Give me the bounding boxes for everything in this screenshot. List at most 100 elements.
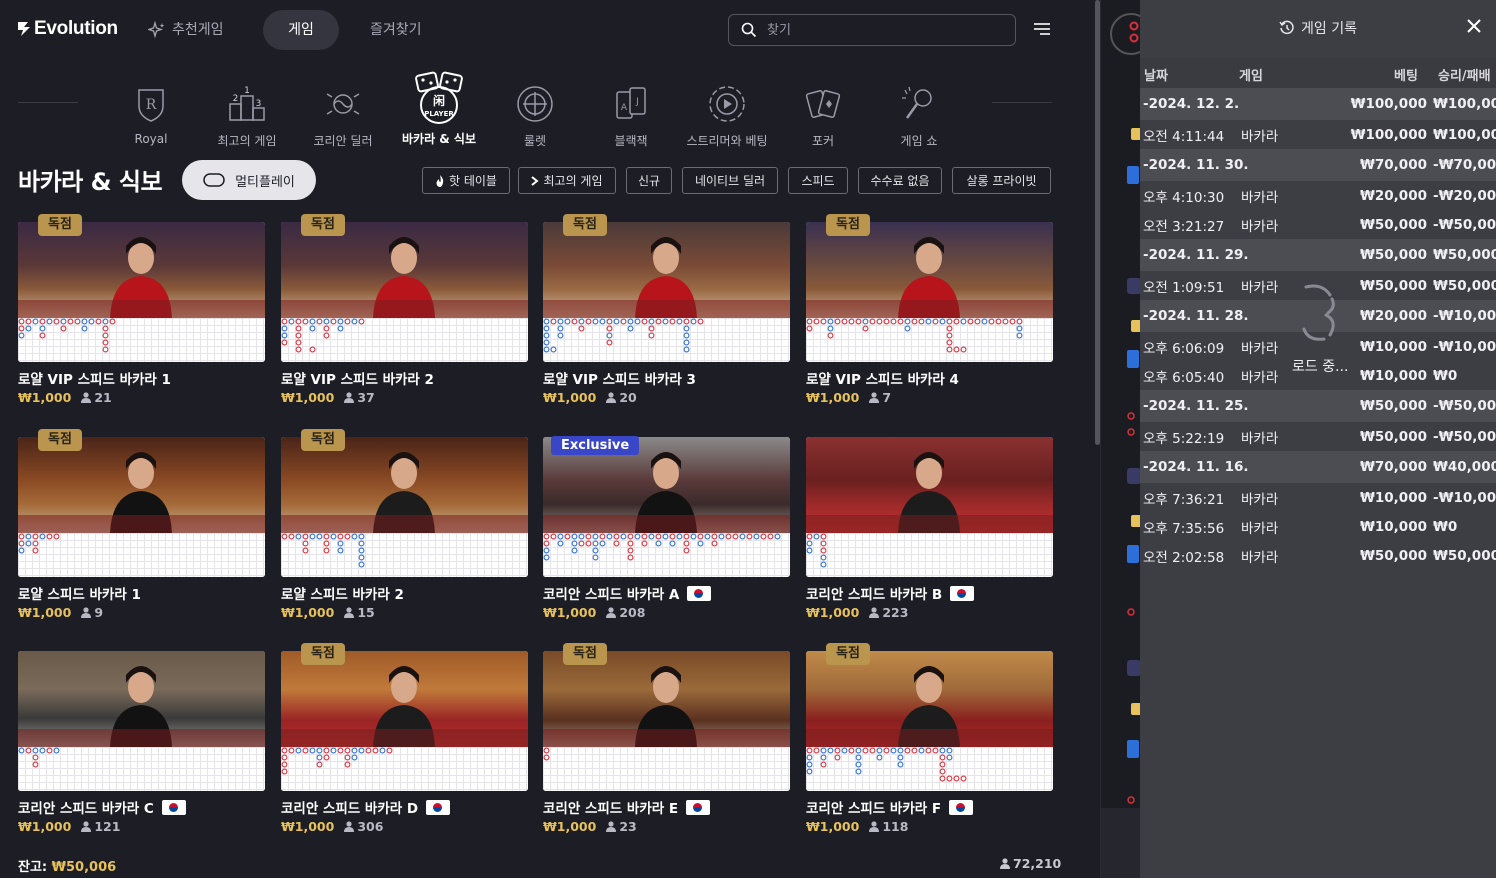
menu-icon[interactable]	[1034, 22, 1050, 36]
roadmap-dot	[820, 761, 827, 768]
roadmap-dot	[946, 747, 953, 754]
roadmap-dot	[953, 318, 960, 325]
tab-recommended[interactable]: 추천게임	[130, 10, 242, 50]
game-card[interactable]: 코리안 스피드 바카라 C ₩1,000 121	[18, 651, 265, 841]
roadmap-dot	[806, 325, 813, 332]
roadmap-dot	[323, 318, 330, 325]
roadmap-dot	[897, 754, 904, 761]
category-roulette[interactable]: 룰렛	[490, 70, 580, 150]
history-column-header: 날짜 게임 베팅 승리/패배	[1140, 58, 1496, 88]
game-card[interactable]: 독점 코리안 스피드 바카라 E ₩1,000 23	[543, 643, 790, 841]
game-card[interactable]: 독점 로얄 VIP 스피드 바카라 3 ₩1,000 20	[543, 214, 790, 412]
roadmap-dot	[60, 318, 67, 325]
roadmap-dot	[1009, 318, 1016, 325]
logo-mark-icon	[18, 22, 30, 36]
game-card[interactable]: 독점 로얄 VIP 스피드 바카라 4 ₩1,000 7	[806, 214, 1053, 412]
close-icon[interactable]	[1466, 18, 1482, 34]
roadmap-dots	[281, 747, 393, 775]
history-date-row: -2024. 11. 25. ₩50,000 -₩50,000	[1140, 390, 1496, 422]
roadmap-dot	[323, 754, 330, 761]
game-thumbnail[interactable]	[543, 651, 790, 791]
category-baccarat-sicbo[interactable]: 闲 PLAYER 바카라 & 식보	[394, 70, 484, 150]
korea-flag-icon	[161, 799, 186, 815]
history-game: 바카라	[1241, 218, 1279, 235]
filter-label: 핫 테이블	[449, 174, 497, 188]
game-card[interactable]: 독점 로얄 VIP 스피드 바카라 2 ₩1,000 37	[281, 214, 528, 412]
history-game-row[interactable]: 오후 5:22:19 바카라 ₩50,000 -₩50,000	[1140, 422, 1496, 451]
roadmap-dot	[25, 540, 32, 547]
roadmap-dot	[641, 540, 648, 547]
roadmap-dot	[281, 325, 288, 332]
category-poker[interactable]: 포커	[778, 70, 868, 150]
category-streamer-betting[interactable]: 스트리머와 베팅	[682, 70, 772, 150]
filter-hot-tables[interactable]: 핫 테이블	[422, 167, 510, 194]
evolution-logo[interactable]: Evolution	[18, 18, 118, 40]
game-card[interactable]: Exclusive 코리안 스피드 바카라 A ₩1,000 208	[543, 436, 790, 627]
filter-no-commission[interactable]: 수수료 없음	[858, 167, 942, 194]
category-top-games[interactable]: 12 3 최고의 게임	[202, 70, 292, 150]
game-card[interactable]: 독점 코리안 스피드 바카라 F ₩1,000 118	[806, 643, 1053, 841]
category-korean-dealer[interactable]: 코리안 딜러	[298, 70, 388, 150]
game-card[interactable]: 독점 코리안 스피드 바카라 D ₩1,000 306	[281, 643, 528, 841]
game-thumbnail[interactable]	[806, 437, 1053, 577]
game-card[interactable]: 독점 로얄 스피드 바카라 2 ₩1,000 15	[281, 429, 528, 627]
history-game-row[interactable]: 오후 7:36:21 바카라 ₩10,000 -₩10,000	[1140, 483, 1496, 512]
history-time: 오후 7:36:21	[1143, 491, 1225, 508]
lobby-main: Evolution 추천게임 게임 즐겨찾기 R Royal 123 최고의 게…	[0, 0, 1100, 878]
svg-text:2: 2	[233, 94, 239, 104]
roadmap-dot	[876, 754, 883, 761]
game-thumbnail[interactable]	[806, 651, 1053, 791]
category-label: 게임 쇼	[900, 134, 938, 148]
filter-speed[interactable]: 스피드	[788, 167, 848, 194]
roadmap-dot	[718, 533, 725, 540]
search-input[interactable]	[767, 22, 987, 38]
roadmap-dot	[351, 747, 358, 754]
roadmap-dot	[578, 533, 585, 540]
category-blackjack[interactable]: AJ 블랙잭	[586, 70, 676, 150]
game-card[interactable]: 코리안 스피드 바카라 B ₩1,000 223	[806, 437, 1053, 627]
history-game-row[interactable]: 오전 3:21:27 바카라 ₩50,000 -₩50,000	[1140, 210, 1496, 239]
filter-top-games[interactable]: 최고의 게임	[518, 167, 616, 194]
game-thumbnail[interactable]	[281, 651, 528, 791]
roadmap-dot	[918, 318, 925, 325]
filter-new[interactable]: 신규	[626, 167, 672, 194]
history-game-row[interactable]: 오전 2:02:58 바카라 ₩50,000 ₩50,000	[1140, 541, 1496, 570]
column-result: 승리/패배	[1438, 69, 1491, 84]
filter-bar: 핫 테이블 최고의 게임 신규 네이티브 딜러 스피드 수수료 없음 살롱 프라…	[0, 167, 1100, 194]
history-game-row[interactable]: 오전 4:11:44 바카라 ₩100,000 ₩100,000	[1140, 120, 1496, 149]
roadmap-dot	[855, 754, 862, 761]
roadmap-dot	[386, 747, 393, 754]
history-game-row[interactable]: 오후 4:10:30 바카라 ₩20,000 -₩20,000	[1140, 181, 1496, 210]
tab-favorites[interactable]: 즐겨찾기	[352, 10, 440, 50]
roadmap-dot	[925, 318, 932, 325]
category-royal[interactable]: R Royal	[106, 70, 196, 150]
roadmap-dot	[932, 318, 939, 325]
game-thumbnail[interactable]	[18, 651, 265, 791]
category-game-show[interactable]: 게임 쇼	[874, 70, 964, 150]
filter-native-dealer[interactable]: 네이티브 딜러	[682, 167, 778, 194]
game-thumbnail[interactable]	[806, 222, 1053, 362]
game-thumbnail[interactable]	[543, 222, 790, 362]
game-thumbnail[interactable]	[18, 222, 265, 362]
roadmap-dot	[281, 747, 288, 754]
roadmap-dot	[599, 540, 606, 547]
game-card[interactable]: 독점 로얄 스피드 바카라 1 ₩1,000 9	[18, 429, 265, 627]
history-game-row[interactable]: 오후 7:35:56 바카라 ₩10,000 ₩0	[1140, 512, 1496, 541]
game-card[interactable]: 독점 로얄 VIP 스피드 바카라 1 ₩1,000 21	[18, 214, 265, 412]
user-icon	[81, 607, 92, 618]
history-result: -₩20,000	[1433, 187, 1496, 204]
roadmap-dot	[960, 346, 967, 353]
game-title: 코리안 스피드 바카라 F	[806, 797, 974, 817]
filter-salon-prive[interactable]: 살롱 프라이빗	[952, 167, 1051, 194]
game-thumbnail[interactable]	[281, 437, 528, 577]
filter-label: 살롱 프라이빗	[966, 174, 1037, 188]
game-thumbnail[interactable]	[543, 437, 790, 577]
korea-flag-icon	[949, 799, 974, 815]
game-title: 로얄 VIP 스피드 바카라 3	[543, 368, 696, 388]
category-label: Royal	[134, 132, 168, 146]
game-thumbnail[interactable]	[18, 437, 265, 577]
search-box[interactable]	[728, 14, 1016, 46]
game-thumbnail[interactable]	[281, 222, 528, 362]
history-time: 오전 4:11:44	[1143, 128, 1225, 145]
tab-games[interactable]: 게임	[263, 10, 339, 50]
